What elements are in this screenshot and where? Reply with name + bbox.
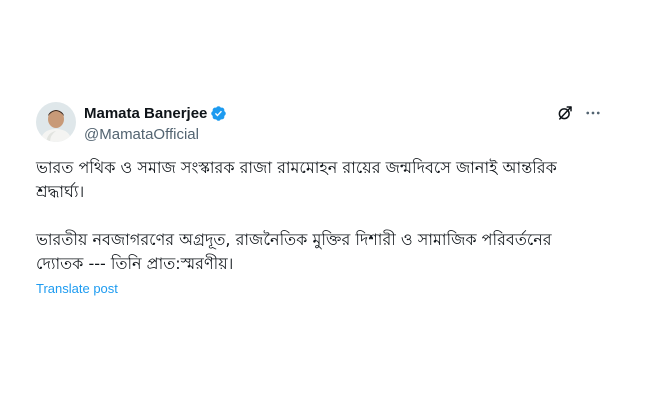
author-display-name[interactable]: Mamata Banerjee [84,104,207,123]
post-card: Mamata Banerjee @MamataOfficial ভারত পথি… [0,0,650,418]
post-paragraph: ভারতীয় নবজাগরণের অগ্রদূত, রাজনৈতিক মুক্… [36,230,552,273]
post-paragraph: ভারত পথিক ও সমাজ সংস্কারক রাজা রামমোহন র… [36,158,557,201]
post-actions [556,104,602,122]
author-block: Mamata Banerjee @MamataOfficial [84,104,227,144]
translate-post-link[interactable]: Translate post [36,281,118,297]
avatar[interactable] [36,102,76,142]
avatar-image [36,102,76,142]
post-text: ভারত পথিক ও সমাজ সংস্কারক রাজা রামমোহন র… [36,156,596,276]
grok-icon[interactable] [556,104,574,122]
author-handle[interactable]: @MamataOfficial [84,125,227,144]
more-options-icon[interactable] [584,104,602,122]
verified-badge-icon[interactable] [210,105,227,122]
name-row: Mamata Banerjee [84,104,227,123]
